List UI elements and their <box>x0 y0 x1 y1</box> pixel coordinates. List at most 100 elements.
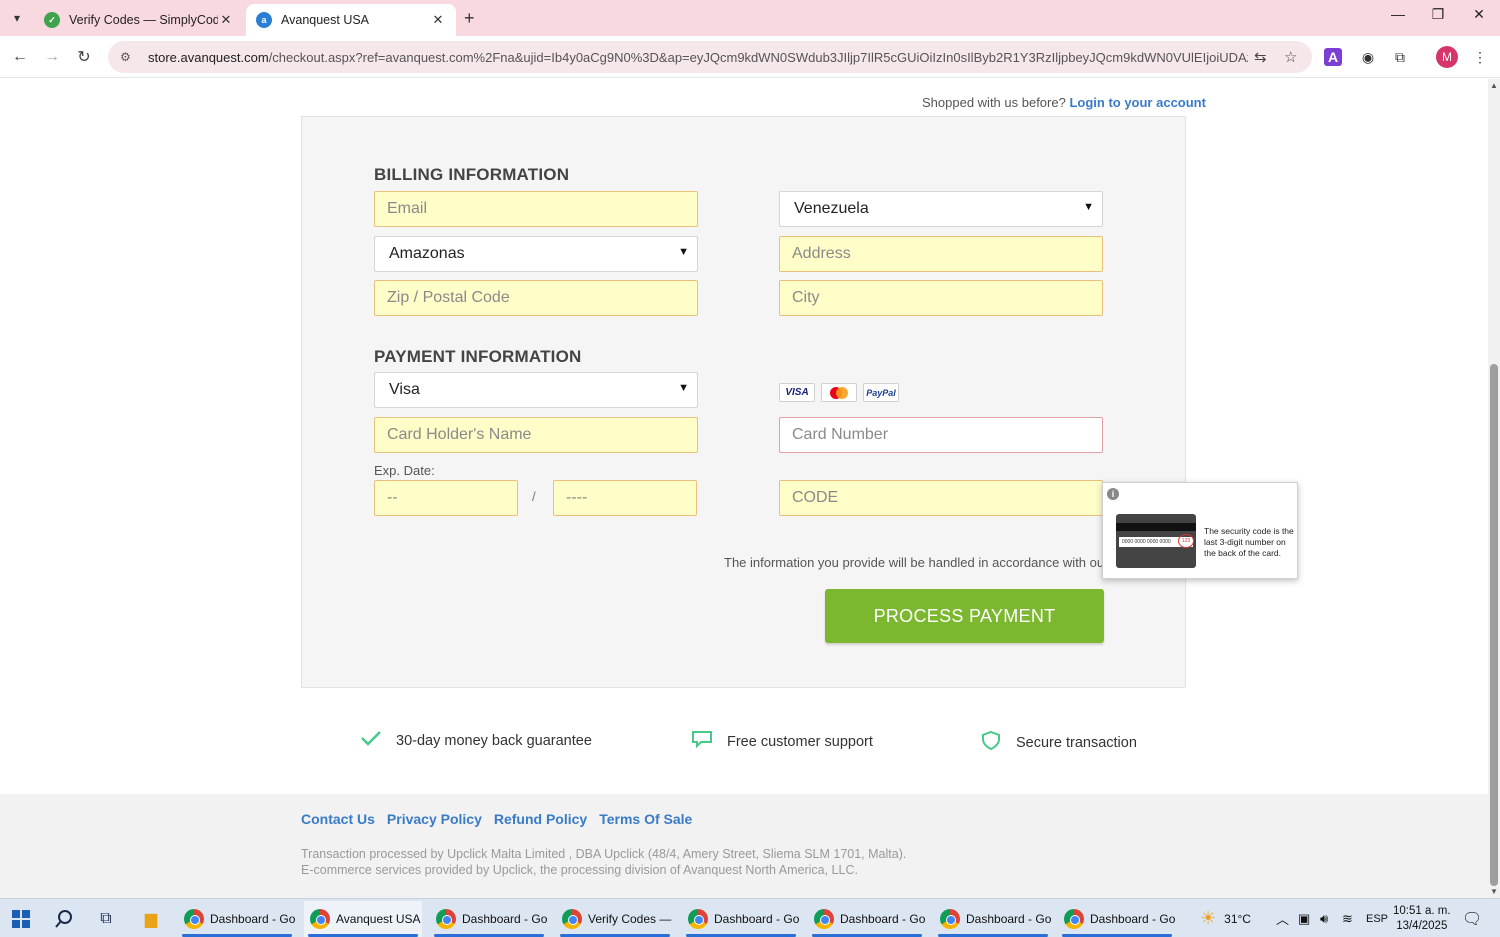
card-number-field[interactable] <box>779 417 1103 453</box>
search-icon[interactable] <box>52 907 76 931</box>
bookmark-star-icon[interactable]: ☆ <box>1284 41 1297 73</box>
minimize-icon[interactable]: — <box>1383 6 1413 22</box>
exp-month-field[interactable] <box>374 480 518 516</box>
feature-secure: Secure transaction <box>980 730 1137 755</box>
login-link[interactable]: Login to your account <box>1069 95 1206 110</box>
wifi-icon[interactable]: ≋ <box>1342 899 1353 937</box>
taskbar-app-chrome-1[interactable]: Dashboard - Go... <box>178 901 296 937</box>
feature-label: Free customer support <box>727 733 873 750</box>
email-field[interactable] <box>374 191 698 227</box>
meet-now-icon[interactable]: ▣ <box>1298 899 1310 937</box>
exp-year-field[interactable] <box>553 480 697 516</box>
chrome-icon <box>1064 909 1084 929</box>
card-type-select[interactable]: Visa ▼ <box>374 372 698 408</box>
terms-of-sale-link[interactable]: Terms Of Sale <box>599 811 692 827</box>
extensions-puzzle-icon[interactable]: ⧉ <box>1388 45 1412 69</box>
chrome-icon <box>814 909 834 929</box>
process-payment-button[interactable]: PROCESS PAYMENT <box>825 589 1104 643</box>
translate-icon[interactable]: ⇆ <box>1254 41 1267 73</box>
restore-icon[interactable]: ❐ <box>1423 6 1453 23</box>
chrome-icon <box>184 909 204 929</box>
file-explorer-icon[interactable]: ▆ <box>139 907 163 931</box>
zip-field[interactable] <box>374 280 698 316</box>
chrome-icon <box>688 909 708 929</box>
accepted-cards: VISA PayPal <box>779 383 899 402</box>
tab-avanquest[interactable]: a Avanquest USA ✕ <box>246 4 456 36</box>
security-code-tooltip: i 0000 0000 0000 0000 123 The security c… <box>1102 482 1298 579</box>
chrome-icon <box>310 909 330 929</box>
feature-label: Secure transaction <box>1016 734 1137 751</box>
simplycodes-favicon-icon: ✓ <box>44 12 60 28</box>
payment-section-title: PAYMENT INFORMATION <box>374 347 582 366</box>
forward-arrow-icon[interactable]: → <box>40 45 64 69</box>
security-code-field[interactable] <box>779 480 1103 516</box>
mastercard-logo-icon <box>821 383 857 402</box>
city-field[interactable] <box>779 280 1103 316</box>
weather-widget[interactable]: ☀ 31°C <box>1200 899 1251 937</box>
chevron-down-icon: ▼ <box>678 382 689 394</box>
address-field[interactable] <box>779 236 1103 272</box>
url-text: store.avanquest.com/checkout.aspx?ref=av… <box>148 49 1248 65</box>
system-clock[interactable]: 10:51 a. m. 13/4/2025 <box>1393 904 1451 934</box>
info-icon: i <box>1107 488 1119 500</box>
tab-title: Avanquest USA <box>281 13 370 27</box>
chrome-icon <box>562 909 582 929</box>
country-select[interactable]: Venezuela ▼ <box>779 191 1103 227</box>
close-tab-icon[interactable]: ✕ <box>218 12 234 28</box>
extension-robot-icon[interactable]: ◉ <box>1356 45 1380 69</box>
visa-logo-icon: VISA <box>779 383 815 402</box>
browser-menu-icon[interactable]: ⋮ <box>1468 45 1492 69</box>
state-select[interactable]: Amazonas ▼ <box>374 236 698 272</box>
feature-money-back: 30-day money back guarantee <box>360 730 592 751</box>
tooltip-text: The security code is the last 3-digit nu… <box>1204 526 1294 558</box>
reload-icon[interactable]: ↻ <box>72 45 96 69</box>
legal-line-2: E-commerce services provided by Upclick,… <box>301 863 858 877</box>
chevron-down-icon: ▼ <box>1083 201 1094 213</box>
taskbar-app-chrome-4[interactable]: Verify Codes — ... <box>556 901 674 937</box>
legal-line-1: Transaction processed by Upclick Malta L… <box>301 847 907 861</box>
windows-start-icon[interactable] <box>9 907 33 931</box>
billing-section-title: BILLING INFORMATION <box>374 165 570 184</box>
cvv-highlight: 123 <box>1178 534 1194 548</box>
footer-legal-text: Transaction processed by Upclick Malta L… <box>301 846 906 878</box>
notifications-icon[interactable]: 🗨︎ <box>1462 899 1482 937</box>
paypal-logo-icon: PayPal <box>863 383 899 402</box>
tab-verify-codes[interactable]: ✓ Verify Codes — SimplyCodes ✕ <box>34 4 244 36</box>
tab-search-chevron-icon[interactable]: ▾ <box>6 8 28 28</box>
page-scrollbar[interactable]: ▲ ▼ <box>1488 79 1500 898</box>
new-tab-plus-icon[interactable]: + <box>464 8 475 29</box>
chrome-icon <box>436 909 456 929</box>
taskbar-app-chrome-2[interactable]: Avanquest USA ... <box>304 901 422 937</box>
magnetic-stripe <box>1116 523 1196 531</box>
profile-avatar[interactable]: M <box>1436 46 1458 68</box>
show-hidden-icons-chevron-icon[interactable]: ︿ <box>1276 899 1289 937</box>
taskbar-app-chrome-5[interactable]: Dashboard - Go... <box>682 901 800 937</box>
checkmark-icon <box>360 730 382 751</box>
taskbar-app-chrome-6[interactable]: Dashboard - Go... <box>808 901 926 937</box>
task-view-icon[interactable]: ⧉ <box>94 907 118 931</box>
extension-a-icon[interactable]: A <box>1324 48 1342 66</box>
taskbar-app-chrome-3[interactable]: Dashboard - Go... <box>430 901 548 937</box>
returning-customer-prompt: Shopped with us before? Login to your ac… <box>922 95 1206 110</box>
weather-sun-icon: ☀ <box>1200 908 1217 928</box>
exp-date-label: Exp. Date: <box>374 463 435 478</box>
windows-taskbar: ⧉ ▆ Dashboard - Go... Avanquest USA ... … <box>0 898 1500 937</box>
language-indicator[interactable]: ESP <box>1366 899 1388 937</box>
browser-toolbar: ← → ↻ ⚙ store.avanquest.com/checkout.asp… <box>0 36 1500 78</box>
refund-policy-link[interactable]: Refund Policy <box>494 811 587 827</box>
scroll-thumb[interactable] <box>1490 364 1498 886</box>
address-bar[interactable]: ⚙ store.avanquest.com/checkout.aspx?ref=… <box>108 41 1312 73</box>
taskbar-app-chrome-8[interactable]: Dashboard - Go... <box>1058 901 1176 937</box>
feature-label: 30-day money back guarantee <box>396 732 592 749</box>
scroll-down-icon[interactable]: ▼ <box>1490 887 1498 896</box>
close-tab-icon[interactable]: ✕ <box>430 12 446 28</box>
volume-icon[interactable]: 🔊︎ <box>1320 899 1328 937</box>
close-window-icon[interactable]: ✕ <box>1464 6 1494 23</box>
contact-us-link[interactable]: Contact Us <box>301 811 375 827</box>
privacy-policy-link[interactable]: Privacy Policy <box>387 811 482 827</box>
site-settings-icon[interactable]: ⚙ <box>120 50 136 64</box>
taskbar-app-chrome-7[interactable]: Dashboard - Go... <box>934 901 1052 937</box>
back-arrow-icon[interactable]: ← <box>8 45 32 69</box>
scroll-up-icon[interactable]: ▲ <box>1490 81 1498 90</box>
card-holder-name-field[interactable] <box>374 417 698 453</box>
